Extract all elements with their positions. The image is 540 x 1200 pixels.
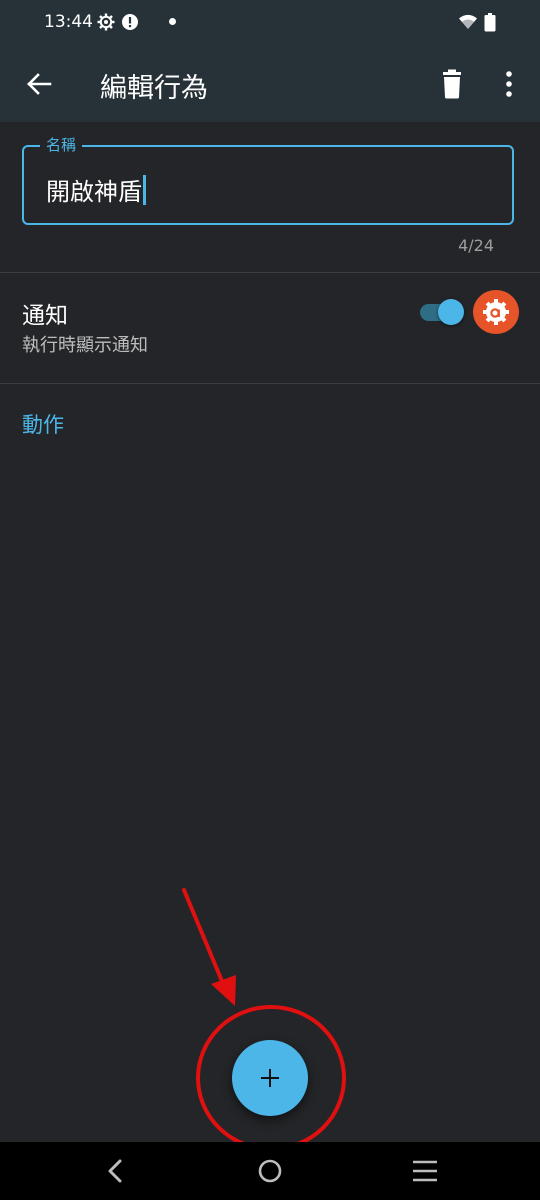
name-field-label: 名稱	[40, 135, 83, 155]
alert-icon	[121, 13, 139, 31]
annotation-arrow	[182, 888, 236, 1006]
name-input[interactable]: 開啟神盾	[46, 172, 146, 207]
status-time: 13:44	[44, 12, 93, 32]
add-action-button[interactable]	[232, 1040, 308, 1116]
nav-home-button[interactable]	[248, 1149, 292, 1193]
name-input-value: 開啟神盾	[46, 178, 142, 206]
arrow-back-icon	[27, 73, 52, 95]
notify-toggle[interactable]	[418, 298, 466, 326]
text-caret	[143, 175, 146, 205]
more-vert-icon	[506, 71, 512, 97]
nav-back-button[interactable]	[92, 1149, 136, 1193]
character-counter: 4/24	[458, 236, 494, 255]
system-navigation-bar	[0, 1142, 540, 1200]
notify-subtitle: 執行時顯示通知	[22, 335, 148, 356]
delete-button[interactable]	[430, 62, 474, 106]
battery-icon	[484, 13, 496, 32]
status-bar: 13:44	[0, 0, 540, 46]
app-bar: 13:44 編輯行為	[0, 0, 540, 122]
toolbar: 編輯行為	[0, 46, 540, 122]
notify-title: 通知	[22, 303, 68, 329]
divider	[0, 272, 540, 273]
nav-menu-button[interactable]	[403, 1149, 447, 1193]
back-button[interactable]	[18, 62, 62, 106]
more-options-button[interactable]	[488, 62, 532, 106]
name-field[interactable]: 名稱 開啟神盾	[22, 135, 514, 225]
divider	[0, 383, 540, 384]
trash-icon	[443, 69, 461, 99]
actions-section-header: 動作	[22, 413, 64, 437]
automate-a-gear-icon[interactable]	[473, 290, 519, 334]
nav-home-icon	[258, 1159, 282, 1183]
screen: 13:44 編輯行為 名稱 開啟神盾 4/24 通知 執行時顯示通知 動作	[0, 0, 540, 1200]
toggle-thumb	[438, 299, 464, 325]
nav-menu-icon	[413, 1160, 437, 1182]
settings-gear-icon	[97, 13, 115, 31]
page-title: 編輯行為	[100, 73, 208, 104]
wifi-icon	[458, 13, 478, 31]
notification-dot-icon	[169, 18, 176, 25]
nav-back-icon	[108, 1159, 122, 1183]
plus-icon	[269, 1069, 271, 1087]
